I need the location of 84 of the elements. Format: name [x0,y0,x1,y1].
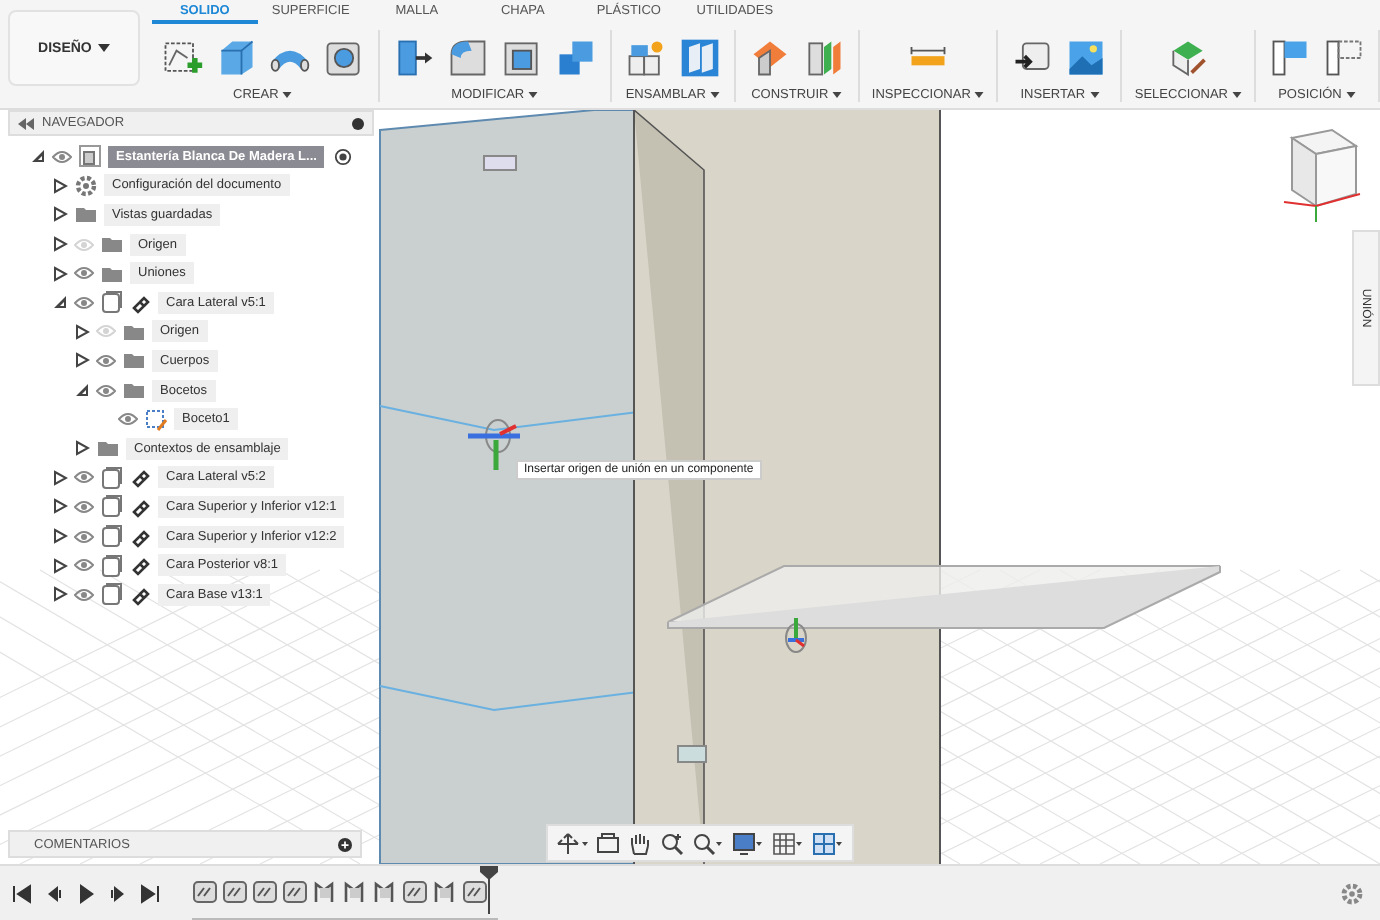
orbit-icon[interactable] [556,831,588,855]
component-icon [100,465,124,490]
pin-icon[interactable] [352,117,364,129]
collapsed-arrow-icon[interactable] [52,586,68,603]
play-icon[interactable] [76,883,96,903]
fillet-icon[interactable] [445,36,490,80]
collapsed-arrow-icon[interactable] [52,498,68,515]
settings-icon [74,173,98,198]
component-icon [100,553,124,578]
previous-step-icon[interactable] [44,883,64,903]
shell-icon[interactable] [499,36,544,80]
joint-feature-icon[interactable] [222,877,248,903]
display-mode-icon[interactable] [732,831,764,855]
joint-icon[interactable] [677,36,722,80]
caret-icon [832,92,843,98]
caret-icon [709,92,720,98]
link-icon [130,525,152,548]
document-icon [78,144,102,169]
rigid-joint-feature-icon[interactable] [342,877,368,903]
component-icon [100,582,124,607]
collapsed-arrow-icon[interactable] [52,206,68,223]
link-icon [130,583,152,606]
expanded-arrow-icon[interactable] [74,382,90,399]
collapsed-arrow-icon[interactable] [52,528,68,545]
collapsed-arrow-icon[interactable] [52,469,68,486]
folder-icon [122,348,146,373]
expanded-arrow-icon[interactable] [52,294,68,311]
zoom-icon[interactable] [660,831,684,855]
folder-icon [122,378,146,403]
folder-icon [100,232,124,257]
folder-icon [74,202,98,227]
revert-position-icon[interactable] [1322,36,1366,80]
hole-icon[interactable] [321,36,366,80]
zoom-fit-icon[interactable] [692,831,724,855]
collapse-icon[interactable] [18,117,34,129]
caret-icon [1345,92,1356,98]
collapsed-arrow-icon[interactable] [74,440,90,457]
first-frame-icon[interactable] [12,883,32,903]
joint-origin-icon [780,614,812,654]
link-icon [130,466,152,489]
component-icon [100,290,124,315]
new-component-icon[interactable] [623,36,668,80]
folder-icon [96,436,120,461]
collapsed-arrow-icon[interactable] [52,557,68,574]
collapsed-arrow-icon[interactable] [52,177,68,194]
joint-feature-icon[interactable] [282,877,308,903]
caret-icon [974,92,985,98]
collapsed-arrow-icon[interactable] [74,352,90,369]
collapsed-arrow-icon[interactable] [52,265,68,282]
grid-icon[interactable] [772,831,804,855]
select-brush-icon[interactable] [1166,36,1211,80]
add-comment-icon[interactable] [338,837,352,851]
capture-position-icon[interactable] [1268,36,1312,80]
caret-icon [282,92,293,98]
expanded-arrow-icon[interactable] [30,148,46,165]
joint-feature-icon[interactable] [462,877,488,903]
link-icon [130,291,152,314]
joint-feature-icon[interactable] [252,877,278,903]
rigid-joint-feature-icon[interactable] [312,877,338,903]
look-at-icon[interactable] [596,831,620,855]
caret-icon [97,44,110,52]
settings-icon[interactable] [1340,881,1364,905]
timeline-marker-icon[interactable] [480,866,498,914]
next-step-icon[interactable] [108,883,128,903]
picture-icon[interactable] [1064,36,1109,80]
joint-feature-icon[interactable] [192,877,218,903]
active-component-icon[interactable] [334,147,353,166]
rigid-joint-feature-icon[interactable] [432,877,458,903]
sketch-icon [144,407,168,432]
link-icon [130,554,152,577]
collapsed-arrow-icon[interactable] [52,236,68,253]
eye-icon[interactable] [118,412,138,427]
caret-icon [1089,92,1100,98]
rigid-joint-feature-icon[interactable] [372,877,398,903]
component-icon [100,494,124,519]
last-frame-icon[interactable] [140,883,160,903]
joint-feature-icon[interactable] [402,877,428,903]
caret-icon [528,92,539,98]
pan-hand-icon[interactable] [628,831,652,855]
component-icon [100,524,124,549]
viewports-icon[interactable] [812,831,844,855]
caret-icon [1232,92,1242,98]
link-icon [130,495,152,518]
collapsed-arrow-icon[interactable] [74,323,90,340]
